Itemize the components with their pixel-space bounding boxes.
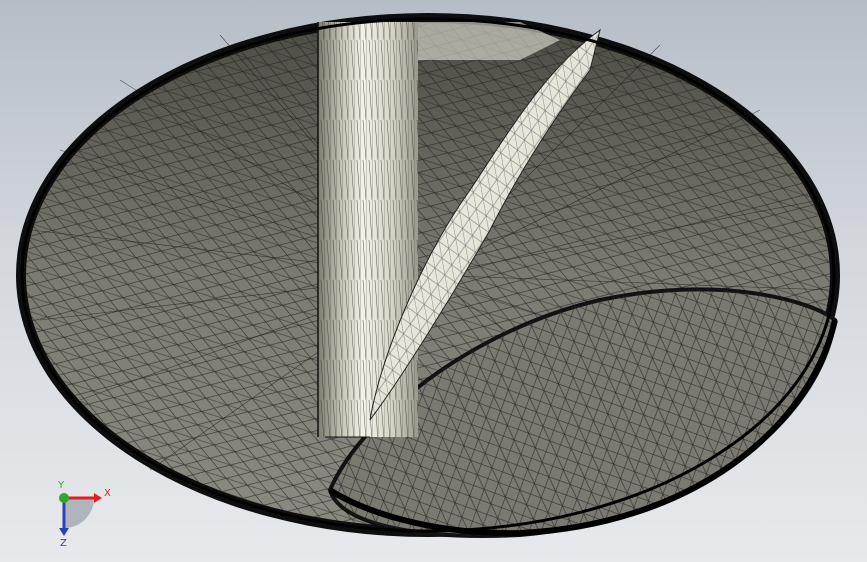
y-axis-label: Y [57,480,65,491]
z-axis-arrow [59,528,69,536]
x-axis-arrow [94,493,102,503]
z-axis-label: Z [60,538,67,549]
triad-shadow [64,498,94,528]
graphics-viewport[interactable]: X Y Z [0,0,867,562]
axis-triad: X Y Z [57,480,111,549]
mesh-model[interactable] [0,0,867,562]
y-axis-dot [59,493,69,503]
x-axis-label: X [104,488,111,499]
